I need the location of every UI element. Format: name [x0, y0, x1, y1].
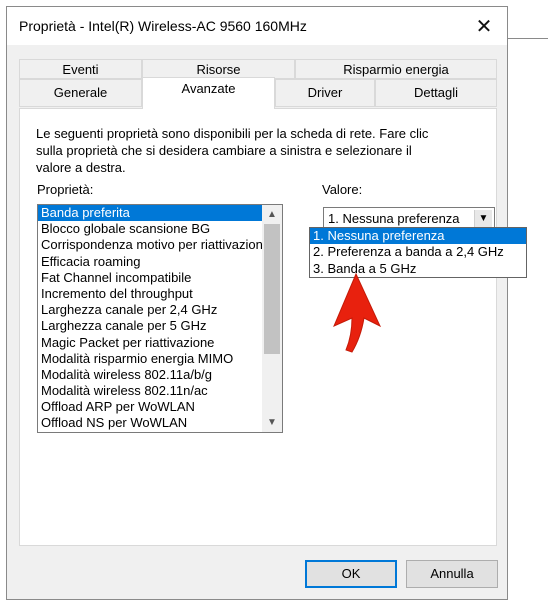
- value-label: Valore:: [322, 182, 363, 197]
- list-item[interactable]: Fat Channel incompatibile: [38, 270, 262, 286]
- tab-eventi[interactable]: Eventi: [19, 59, 142, 79]
- dropdown-option[interactable]: 2. Preferenza a banda a 2,4 GHz: [310, 244, 526, 260]
- list-item[interactable]: Corrispondenza motivo per riattivazione: [38, 237, 262, 253]
- properties-dialog: Proprietà - Intel(R) Wireless-AC 9560 16…: [6, 6, 508, 600]
- list-item[interactable]: Incremento del throughput: [38, 286, 262, 302]
- close-icon[interactable]: ✕: [461, 7, 507, 45]
- tab-risparmio-energia[interactable]: Risparmio energia: [295, 59, 497, 79]
- dropdown-option[interactable]: 1. Nessuna preferenza: [310, 228, 526, 245]
- list-item[interactable]: Efficacia roaming: [38, 254, 262, 270]
- tab-generale[interactable]: Generale: [19, 79, 142, 107]
- tab-dettagli[interactable]: Dettagli: [375, 79, 497, 107]
- list-item[interactable]: Modalità wireless 802.11n/ac: [38, 383, 262, 399]
- advanced-tab-panel: Le seguenti proprietà sono disponibili p…: [19, 108, 497, 546]
- background-window: [508, 0, 548, 608]
- list-item[interactable]: Banda preferita: [38, 205, 262, 222]
- chevron-down-icon[interactable]: ▼: [474, 210, 492, 227]
- combo-selected-value: 1. Nessuna preferenza: [328, 211, 460, 226]
- list-scrollbar[interactable]: ▲ ▼: [262, 205, 282, 432]
- description-text: Le seguenti proprietà sono disponibili p…: [36, 126, 429, 175]
- list-item[interactable]: Modalità risparmio energia MIMO: [38, 351, 262, 367]
- list-item[interactable]: Blocco globale scansione BG: [38, 221, 262, 237]
- list-item[interactable]: Offload NS per WoWLAN: [38, 415, 262, 431]
- tab-driver[interactable]: Driver: [275, 79, 375, 107]
- list-item[interactable]: Larghezza canale per 5 GHz: [38, 318, 262, 334]
- scroll-thumb[interactable]: [264, 224, 280, 354]
- scroll-down-icon[interactable]: ▼: [262, 414, 282, 431]
- annotation-arrow-icon: [333, 272, 382, 353]
- list-item[interactable]: Magic Packet per riattivazione: [38, 335, 262, 351]
- window-title: Proprietà - Intel(R) Wireless-AC 9560 16…: [19, 18, 307, 34]
- property-label: Proprietà:: [37, 182, 94, 197]
- property-list: Banda preferita Blocco globale scansione…: [38, 205, 262, 432]
- title-bar: Proprietà - Intel(R) Wireless-AC 9560 16…: [7, 7, 507, 45]
- cancel-button[interactable]: Annulla: [406, 560, 498, 588]
- list-item[interactable]: Offload ARP per WoWLAN: [38, 399, 262, 415]
- list-item[interactable]: Modalità wireless 802.11a/b/g: [38, 367, 262, 383]
- tab-risorse[interactable]: Risorse: [142, 59, 295, 79]
- tab-avanzate[interactable]: Avanzate: [142, 77, 275, 109]
- list-item[interactable]: Larghezza canale per 2,4 GHz: [38, 302, 262, 318]
- property-listbox[interactable]: Banda preferita Blocco globale scansione…: [37, 204, 283, 433]
- ok-button[interactable]: OK: [305, 560, 397, 588]
- scroll-up-icon[interactable]: ▲: [262, 206, 282, 223]
